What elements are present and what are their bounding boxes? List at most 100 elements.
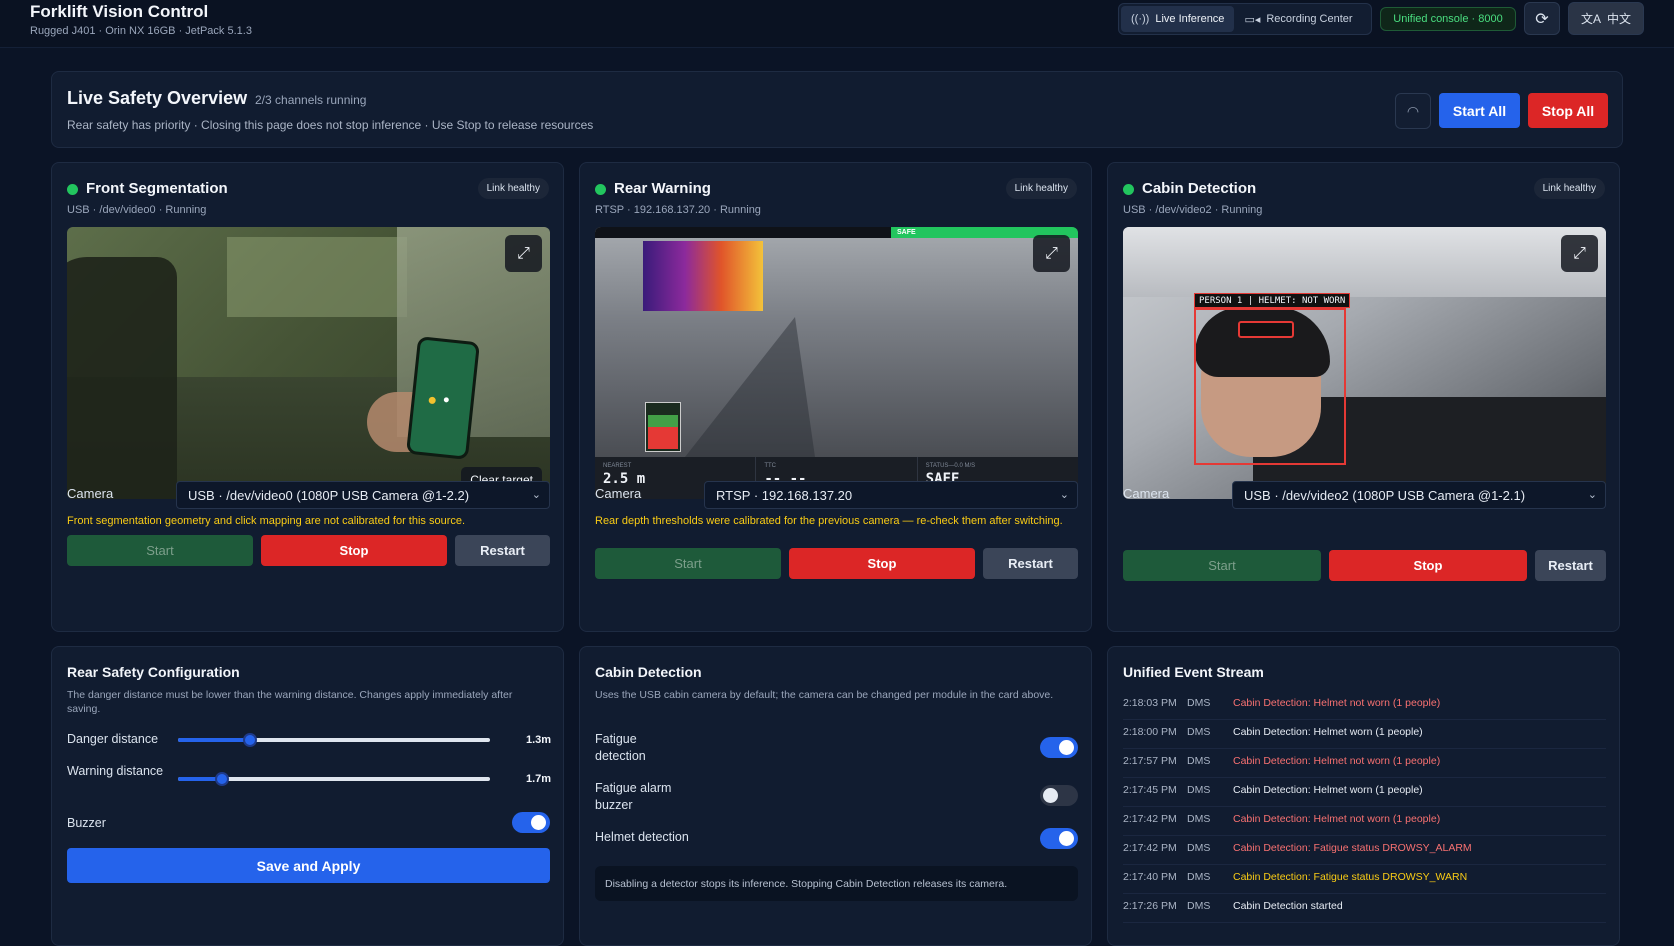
event-message: Cabin Detection started [1233, 900, 1343, 912]
channel-source: RTSP · 192.168.137.20 · Running [595, 204, 761, 216]
slider-handle[interactable] [214, 772, 229, 786]
camera-select[interactable]: USB · /dev/video2 (1080P USB Camera @1-2… [1232, 481, 1606, 509]
event-source: DMS [1187, 871, 1211, 883]
camera-label: Camera [67, 486, 114, 501]
scene-chair [67, 257, 177, 499]
gauge-icon: ◠ [1406, 102, 1420, 119]
event-time: 2:17:42 PM [1123, 842, 1177, 854]
restart-button[interactable]: Restart [455, 535, 550, 566]
expand-button[interactable]: ⤢ [505, 235, 542, 272]
event-message: Cabin Detection: Fatigue status DROWSY_A… [1233, 842, 1472, 854]
broadcast-icon: ((·)) [1131, 13, 1150, 25]
event-row: 2:18:00 PM DMS Cabin Detection: Helmet wor… [1123, 720, 1606, 749]
camera-select-value: USB · /dev/video2 (1080P USB Camera @1-2… [1244, 487, 1526, 503]
helmet-detection-label: Helmet detection [595, 830, 689, 844]
fatigue-buzzer-toggle[interactable] [1040, 785, 1078, 806]
video-camera-icon: ▭◂ [1244, 13, 1261, 26]
depth-thumbnail [643, 241, 763, 311]
top-bar: Forklift Vision Control Rugged J401 · Or… [0, 0, 1674, 48]
event-time: 2:17:26 PM [1123, 900, 1177, 912]
start-button[interactable]: Start [1123, 550, 1321, 581]
stat-label: NEAREST [603, 463, 632, 469]
restart-button[interactable]: Restart [983, 548, 1078, 579]
panel-description: Uses the USB cabin camera by default; th… [595, 689, 1054, 701]
danger-distance-value: 1.3m [526, 734, 552, 746]
warning-distance-value: 1.7m [526, 773, 552, 785]
overview-subtitle: Rear safety has priority · Closing this … [67, 118, 594, 132]
toggle-knob [1059, 831, 1074, 846]
helmet-detection-toggle[interactable] [1040, 828, 1078, 849]
event-message: Cabin Detection: Helmet not worn (1 peop… [1233, 813, 1441, 825]
stop-button[interactable]: Stop [1329, 550, 1527, 581]
camera-select[interactable]: USB · /dev/video0 (1080P USB Camera @1-2… [176, 481, 550, 509]
language-button[interactable]: 文A 中文 [1568, 2, 1644, 35]
event-row: 2:18:03 PM DMS Cabin Detection: Helmet not… [1123, 691, 1606, 720]
start-all-button[interactable]: Start All [1439, 93, 1520, 128]
channel-title: Cabin Detection [1142, 180, 1257, 197]
cabin-config-panel: Cabin Detection Uses the USB cabin camer… [579, 646, 1092, 946]
rear-config-panel: Rear Safety Configuration The danger dis… [51, 646, 564, 946]
expand-icon: ⤢ [1045, 244, 1058, 262]
slider-fill [178, 738, 250, 742]
stat-label: TTC [764, 463, 776, 469]
camera-select-value: RTSP · 192.168.137.20 [716, 487, 853, 503]
tab-recording-center[interactable]: ▭◂ Recording Center [1234, 6, 1362, 32]
stop-button[interactable]: Stop [261, 535, 447, 566]
calibration-warning: Rear depth thresholds were calibrated fo… [595, 515, 1063, 527]
toggle-knob [1059, 740, 1074, 755]
refresh-button[interactable]: ⟳ [1524, 2, 1560, 35]
event-source: DMS [1187, 842, 1211, 854]
channel-count: 2/3 channels running [255, 93, 367, 107]
start-button[interactable]: Start [67, 535, 253, 566]
event-source: DMS [1187, 900, 1211, 912]
fatigue-detection-toggle[interactable] [1040, 737, 1078, 758]
save-apply-button[interactable]: Save and Apply [67, 848, 550, 883]
translate-icon: 文A [1580, 12, 1601, 26]
event-source: DMS [1187, 726, 1211, 738]
warning-distance-slider[interactable] [178, 772, 490, 786]
channel-card-cabin: Cabin Detection USB · /dev/video2 · Runn… [1107, 162, 1620, 632]
expand-icon: ⤢ [517, 244, 530, 262]
status-dot [67, 184, 78, 195]
event-time: 2:17:42 PM [1123, 813, 1177, 825]
channel-card-front: Front Segmentation USB · /dev/video0 · R… [51, 162, 564, 632]
detector-note: Disabling a detector stops its inference… [595, 866, 1078, 901]
event-source: DMS [1187, 697, 1211, 709]
panel-title: Rear Safety Configuration [67, 664, 240, 680]
expand-button[interactable]: ⤢ [1033, 235, 1070, 272]
video-feed[interactable]: SAFE NEAREST 2.5 m TTC -- -- STATUS—0.0 … [595, 227, 1078, 499]
tab-live-inference[interactable]: ((·)) Live Inference [1121, 6, 1235, 32]
event-time: 2:18:00 PM [1123, 726, 1177, 738]
event-source: DMS [1187, 784, 1211, 796]
expand-button[interactable]: ⤢ [1561, 235, 1598, 272]
buzzer-toggle[interactable] [512, 812, 550, 833]
event-message: Cabin Detection: Helmet not worn (1 peop… [1233, 697, 1441, 709]
camera-select[interactable]: RTSP · 192.168.137.20 ⌄ [704, 481, 1078, 509]
slider-handle[interactable] [242, 733, 257, 747]
restart-button[interactable]: Restart [1535, 550, 1606, 581]
stop-all-button[interactable]: Stop All [1528, 93, 1608, 128]
overview-title: Live Safety Overview [67, 88, 248, 108]
channel-source: USB · /dev/video2 · Running [1123, 204, 1263, 216]
video-feed[interactable]: PERSON 1 | HELMET: NOT WORN ⤢ [1123, 227, 1606, 499]
event-list: 2:18:03 PM DMS Cabin Detection: Helmet not… [1123, 691, 1606, 923]
warning-distance-label: Warning distance [67, 764, 164, 778]
event-time: 2:18:03 PM [1123, 697, 1177, 709]
refresh-icon: ⟳ [1535, 10, 1549, 28]
start-button[interactable]: Start [595, 548, 781, 579]
danger-distance-label: Danger distance [67, 732, 159, 746]
event-row: 2:17:45 PM DMS Cabin Detection: Helmet wor… [1123, 778, 1606, 807]
gauge-button[interactable]: ◠ [1395, 93, 1431, 129]
event-row: 2:17:26 PM DMS Cabin Detection started [1123, 894, 1606, 923]
event-message: Cabin Detection: Helmet worn (1 people) [1233, 784, 1423, 796]
toggle-knob [531, 815, 546, 830]
toggle-knob [1043, 788, 1058, 803]
video-feed[interactable]: ⤢ Clear target [67, 227, 550, 499]
status-dot [595, 184, 606, 195]
danger-distance-slider[interactable] [178, 733, 490, 747]
scene-ceiling [1123, 227, 1606, 297]
stat-label: STATUS—0.0 m/s [925, 463, 976, 469]
camera-label: Camera [1123, 486, 1170, 501]
language-label: 中文 [1607, 12, 1632, 26]
stop-button[interactable]: Stop [789, 548, 975, 579]
